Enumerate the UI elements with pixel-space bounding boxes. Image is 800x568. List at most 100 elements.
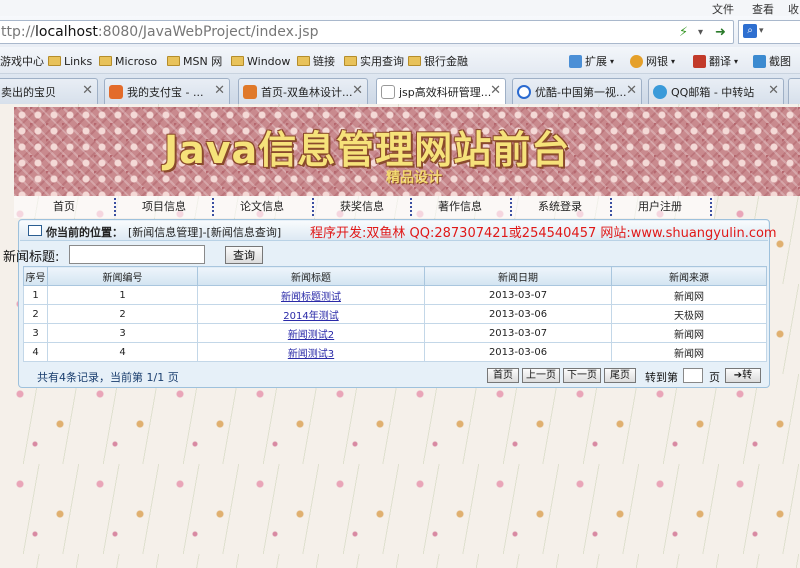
tab-shuangyulin-home[interactable]: 首页-双鱼林设计... ✕: [238, 78, 368, 104]
next-page-button[interactable]: 下一页: [563, 368, 601, 383]
extensions-button[interactable]: 扩展 ▾: [569, 53, 614, 69]
news-title-link[interactable]: 新闻测试3: [288, 349, 334, 360]
tab-jsp-research[interactable]: jsp高效科研管理... ✕: [376, 78, 506, 105]
dropdown-arrow-icon[interactable]: ▾: [698, 27, 703, 38]
nav-register[interactable]: 用户注册: [610, 196, 710, 218]
bookmark-windows[interactable]: Window: [231, 53, 290, 69]
bookmark-game-center[interactable]: 游戏中心: [0, 53, 44, 69]
cell-index: 1: [23, 285, 48, 305]
lightning-icon[interactable]: ⚡: [679, 25, 688, 40]
banner-subtitle: 精品设计: [386, 170, 442, 186]
table-row: 1 1 新闻标题测试 2013-03-07 新闻网: [23, 285, 767, 305]
news-title-link[interactable]: 新闻测试2: [288, 330, 334, 341]
cell-news-title: 新闻标题测试: [197, 285, 425, 305]
browser-menubar: 文件 查看 收: [0, 0, 800, 16]
nav-home[interactable]: 首页: [14, 196, 114, 218]
search-engine-dropdown-icon[interactable]: ▾: [759, 26, 764, 36]
close-icon[interactable]: ✕: [82, 83, 93, 98]
breadcrumb: [新闻信息管理]-[新闻信息查询]: [128, 226, 282, 239]
menu-view[interactable]: 查看: [752, 1, 774, 17]
shield-icon: [630, 54, 643, 68]
cell-index: 4: [23, 342, 48, 362]
new-tab-button[interactable]: [788, 78, 800, 104]
cell-news-title: 新闻测试3: [197, 342, 425, 362]
nav-divider: [710, 198, 712, 216]
tab-youku[interactable]: 优酷-中国第一视... ✕: [512, 78, 642, 104]
grid-icon: [569, 54, 582, 68]
folder-icon: [231, 56, 244, 66]
folder-icon: [408, 56, 421, 66]
news-title-input[interactable]: [69, 245, 205, 264]
news-table: 序号 新闻编号 新闻标题 新闻日期 新闻来源 1 1 新闻标题测试 2013-0…: [23, 266, 767, 362]
record-summary: 共有4条记录，当前第 1/1 页: [37, 371, 179, 384]
close-icon[interactable]: ✕: [626, 83, 637, 98]
menu-file[interactable]: 文件: [712, 1, 734, 17]
nav-books[interactable]: 著作信息: [410, 196, 510, 218]
screenshot-button[interactable]: 截图: [753, 53, 791, 69]
close-icon[interactable]: ✕: [214, 83, 225, 98]
translate-icon: [693, 54, 706, 68]
alipay-icon: [109, 84, 123, 99]
bookmarks-bar: 游戏中心 Links Microso MSN 网 Window 链接 实用查询 …: [0, 47, 800, 74]
folder-icon: [48, 56, 61, 66]
news-query-panel: 你当前的位置： [新闻信息管理]-[新闻信息查询] 程序开发:双鱼林 QQ:28…: [3, 219, 777, 388]
online-bank-button[interactable]: 网银 ▾: [630, 53, 675, 69]
location-bar: 你当前的位置： [新闻信息管理]-[新闻信息查询] 程序开发:双鱼林 QQ:28…: [20, 221, 777, 241]
tab-sold-items[interactable]: 卖出的宝贝 ✕: [0, 78, 98, 104]
bookmark-links-cn[interactable]: 链接: [297, 53, 335, 69]
bookmark-msn[interactable]: MSN 网: [167, 53, 222, 69]
translate-button[interactable]: 翻译 ▾: [693, 53, 738, 69]
site-favicon-icon: [243, 84, 257, 99]
close-icon[interactable]: ✕: [768, 83, 779, 98]
news-title-link[interactable]: 新闻标题测试: [281, 292, 341, 303]
tab-label: QQ邮箱 - 中转站: [671, 85, 755, 99]
goto-unit: 页: [709, 371, 720, 384]
last-page-button[interactable]: 尾页: [604, 368, 636, 383]
cell-news-id: 4: [47, 342, 198, 362]
cell-news-source: 新闻网: [611, 323, 767, 343]
query-button[interactable]: 查询: [225, 246, 263, 264]
col-header-index: 序号: [23, 266, 48, 286]
goto-page-input[interactable]: [683, 368, 703, 383]
nav-papers[interactable]: 论文信息: [212, 196, 312, 218]
tab-alipay[interactable]: 我的支付宝 - ... ✕: [104, 78, 230, 104]
close-icon[interactable]: ✕: [490, 83, 501, 98]
tab-bar: 卖出的宝贝 ✕ 我的支付宝 - ... ✕ 首页-双鱼林设计... ✕ jsp高…: [0, 74, 800, 105]
cell-news-date: 2013-03-06: [424, 342, 612, 362]
folder-icon: [344, 56, 357, 66]
news-title-label: 新闻标题:: [3, 250, 60, 265]
bookmark-bank-finance[interactable]: 银行金融: [408, 53, 468, 69]
goto-button[interactable]: ➔转: [725, 368, 761, 383]
search-engine-icon[interactable]: ⌕: [743, 24, 757, 38]
bookmark-links[interactable]: Links: [48, 53, 92, 69]
col-header-news-source: 新闻来源: [611, 266, 767, 286]
nav-projects[interactable]: 项目信息: [114, 196, 214, 218]
first-page-button[interactable]: 首页: [487, 368, 519, 383]
page-icon: [381, 85, 395, 99]
cell-news-source: 新闻网: [611, 285, 767, 305]
tab-qqmail[interactable]: QQ邮箱 - 中转站 ✕: [648, 78, 784, 104]
youku-icon: [517, 84, 531, 99]
tab-label: 卖出的宝贝: [1, 85, 56, 99]
search-engine-box[interactable]: ⌕ ▾: [738, 20, 800, 44]
nav-awards[interactable]: 获奖信息: [312, 196, 412, 218]
pagination: 共有4条记录，当前第 1/1 页 首页 上一页 下一页 尾页 转到第 页 ➔转: [23, 368, 765, 384]
url-field[interactable]: ttp://localhost:8080/JavaWebProject/inde…: [0, 20, 734, 44]
menu-favorites[interactable]: 收: [788, 1, 799, 17]
cell-news-title: 新闻测试2: [197, 323, 425, 343]
location-label: 你当前的位置：: [46, 226, 123, 239]
nav-login[interactable]: 系统登录: [510, 196, 610, 218]
url-text[interactable]: ttp://localhost:8080/JavaWebProject/inde…: [1, 24, 318, 40]
goto-label: 转到第: [645, 371, 678, 384]
go-arrow-icon[interactable]: ➜: [715, 25, 726, 40]
bookmark-microsoft[interactable]: Microso: [99, 53, 157, 69]
news-table-wrap: 序号 新闻编号 新闻标题 新闻日期 新闻来源 1 1 新闻标题测试 2013-0…: [23, 266, 767, 362]
close-icon[interactable]: ✕: [352, 83, 363, 98]
prev-page-button[interactable]: 上一页: [522, 368, 560, 383]
page-content: Java信息管理网站前台 精品设计 首页 项目信息 论文信息 获奖信息 著作信息…: [0, 104, 800, 568]
news-title-link[interactable]: 2014年测试: [283, 311, 338, 322]
address-bar: ttp://localhost:8080/JavaWebProject/inde…: [0, 16, 800, 47]
bookmark-useful-query[interactable]: 实用查询: [344, 53, 404, 69]
folder-icon: [297, 56, 310, 66]
tab-label: jsp高效科研管理...: [399, 86, 492, 99]
